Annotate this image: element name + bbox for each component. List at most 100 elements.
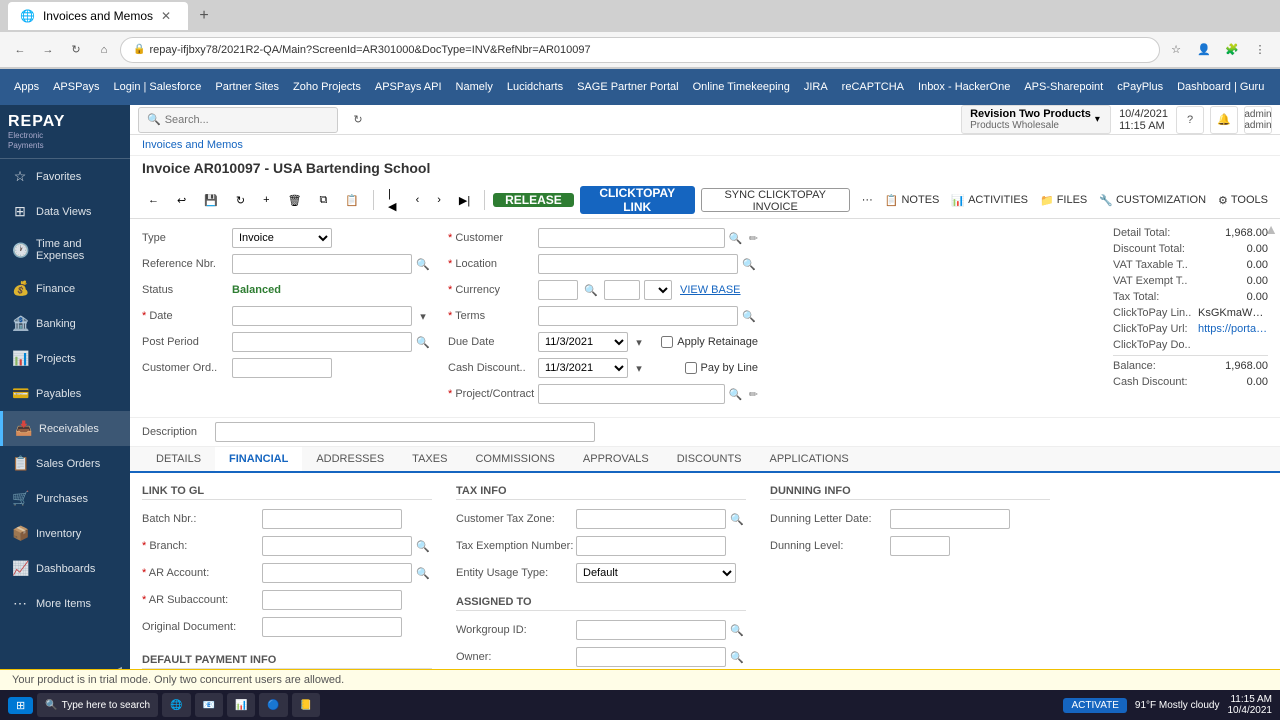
due-date-picker-btn[interactable]: ▾: [630, 333, 648, 351]
tab-addresses[interactable]: ADDRESSES: [302, 447, 398, 473]
terms-input[interactable]: 30D - 30 Days: [538, 306, 738, 326]
description-input[interactable]: [215, 422, 595, 442]
notes-btn[interactable]: 📋 NOTES: [885, 194, 940, 207]
sidebar-item-receivables[interactable]: 📥 Receivables: [0, 411, 130, 446]
tab-commissions[interactable]: COMMISSIONS: [461, 447, 568, 473]
forward-btn[interactable]: →: [36, 38, 60, 62]
tax-exemption-input[interactable]: [576, 536, 726, 556]
back-nav-btn[interactable]: ←: [142, 188, 165, 212]
sidebar-item-time-expenses[interactable]: 🕐 Time and Expenses: [0, 229, 130, 271]
start-btn[interactable]: ⊞: [8, 697, 33, 714]
branch-search-btn[interactable]: 🔍: [414, 537, 432, 555]
post-period-input[interactable]: 10-2021: [232, 332, 412, 352]
add-btn[interactable]: +: [257, 188, 275, 212]
toolbar-sage[interactable]: SAGE Partner Portal: [571, 79, 685, 95]
active-tab[interactable]: 🌐 Invoices and Memos ✕: [8, 2, 188, 30]
sidebar-item-more[interactable]: ⋯ More Items: [0, 586, 130, 621]
customer-tax-zone-input[interactable]: [576, 509, 726, 529]
toolbar-apspays-api[interactable]: APSPays API: [369, 79, 448, 95]
sidebar-item-finance[interactable]: 💰 Finance: [0, 271, 130, 306]
tab-details[interactable]: DETAILS: [142, 447, 215, 473]
cash-discount-date-select[interactable]: 11/3/2021: [538, 358, 628, 378]
batch-nbr-input[interactable]: [262, 509, 402, 529]
post-period-search-btn[interactable]: 🔍: [414, 333, 432, 351]
dunning-level-input[interactable]: 0: [890, 536, 950, 556]
customer-search-btn[interactable]: 🔍: [727, 229, 745, 247]
branch-input[interactable]: PRODWHOLE - Products Wh..: [262, 536, 412, 556]
workgroup-search-btn[interactable]: 🔍: [728, 621, 746, 639]
extensions-btn[interactable]: 🧩: [1220, 38, 1244, 62]
pay-by-line-checkbox[interactable]: [685, 362, 697, 374]
menu-btn[interactable]: ⋮: [1248, 38, 1272, 62]
address-bar[interactable]: 🔒 repay-ifjbxy78/2021R2-QA/Main?ScreenId…: [120, 37, 1160, 63]
currency-input[interactable]: USD: [538, 280, 578, 300]
copy-btn[interactable]: ⧉: [314, 188, 334, 212]
entity-usage-select[interactable]: Default: [576, 563, 736, 583]
currency-rate-input[interactable]: 1.00: [604, 280, 640, 300]
tab-close-btn[interactable]: ✕: [161, 9, 171, 23]
ar-account-input[interactable]: 11000 - Accounts Receivable: [262, 563, 412, 583]
sidebar-item-banking[interactable]: 🏦 Banking: [0, 306, 130, 341]
view-base-link[interactable]: VIEW BASE: [680, 284, 741, 296]
cash-discount-date-picker-btn[interactable]: ▾: [630, 359, 648, 377]
search-box[interactable]: 🔍: [138, 107, 338, 133]
toolbar-inbox[interactable]: Inbox - HackerOne: [912, 79, 1016, 95]
sidebar-item-sales-orders[interactable]: 📋 Sales Orders: [0, 446, 130, 481]
toolbar-lucidcharts[interactable]: Lucidcharts: [501, 79, 569, 95]
owner-search-btn[interactable]: 🔍: [728, 648, 746, 666]
activate-btn[interactable]: ACTIVATE: [1063, 698, 1126, 713]
tab-applications[interactable]: APPLICATIONS: [756, 447, 863, 473]
toolbar-zoho[interactable]: Zoho Projects: [287, 79, 367, 95]
taskbar-browser[interactable]: 🌐: [162, 693, 190, 717]
sidebar-item-inventory[interactable]: 📦 Inventory: [0, 516, 130, 551]
taskbar-search[interactable]: 🔍 Type here to search: [37, 693, 158, 717]
due-date-select[interactable]: 11/3/2021: [538, 332, 628, 352]
next-btn[interactable]: ›: [431, 188, 447, 212]
first-btn[interactable]: |◀: [382, 188, 404, 212]
toolbar-aps-sharepoint[interactable]: APS-Sharepoint: [1018, 79, 1109, 95]
search-input[interactable]: [165, 114, 315, 126]
undo-nav-btn[interactable]: ↩: [171, 188, 192, 212]
workgroup-input[interactable]: [576, 620, 726, 640]
project-input[interactable]: X - Non-Project Code: [538, 384, 725, 404]
last-btn[interactable]: ▶|: [453, 188, 476, 212]
tab-approvals[interactable]: APPROVALS: [569, 447, 663, 473]
toolbar-jira[interactable]: JIRA: [798, 79, 834, 95]
sidebar-item-data-views[interactable]: ⊞ Data Views: [0, 194, 130, 229]
ar-account-search-btn[interactable]: 🔍: [414, 564, 432, 582]
scroll-up-btn[interactable]: ▲: [1264, 221, 1278, 237]
toolbar-timekeeping[interactable]: Online Timekeeping: [687, 79, 796, 95]
project-search-btn[interactable]: 🔍: [727, 385, 745, 403]
tab-taxes[interactable]: TAXES: [398, 447, 461, 473]
sidebar-item-dashboards[interactable]: 📈 Dashboards: [0, 551, 130, 586]
taskbar-chrome[interactable]: 🔵: [259, 693, 287, 717]
customer-edit-btn[interactable]: ✏: [749, 232, 758, 245]
tab-discounts[interactable]: DISCOUNTS: [663, 447, 756, 473]
location-search-btn[interactable]: 🔍: [740, 255, 758, 273]
refnbr-search-btn[interactable]: 🔍: [414, 255, 432, 273]
toolbar-apps[interactable]: Apps: [8, 79, 45, 95]
toolbar-salesforce[interactable]: Login | Salesforce: [108, 79, 208, 95]
toolbar-dashboard[interactable]: Dashboard | Guru: [1171, 79, 1270, 95]
taskbar-onenote[interactable]: 📒: [292, 693, 320, 717]
prev-btn[interactable]: ‹: [410, 188, 426, 212]
revision-dropdown-icon[interactable]: ▾: [1095, 114, 1100, 125]
customization-btn[interactable]: 🔧 CUSTOMIZATION: [1099, 194, 1206, 207]
breadcrumb-parent[interactable]: Invoices and Memos: [142, 139, 243, 151]
dunning-letter-date-input[interactable]: [890, 509, 1010, 529]
home-btn[interactable]: ⌂: [92, 38, 116, 62]
help-btn[interactable]: ?: [1176, 106, 1204, 134]
toolbar-apspays[interactable]: APSPays: [47, 79, 105, 95]
toolbar-cpayplus[interactable]: cPayPlus: [1111, 79, 1169, 95]
tools-btn[interactable]: ⚙ TOOLS: [1218, 194, 1268, 207]
toolbar-recaptcha[interactable]: reCAPTCHA: [836, 79, 910, 95]
sidebar-item-projects[interactable]: 📊 Projects: [0, 341, 130, 376]
terms-search-btn[interactable]: 🔍: [740, 307, 758, 325]
owner-input[interactable]: [576, 647, 726, 667]
taskbar-outlook[interactable]: 📧: [195, 693, 223, 717]
new-tab-btn[interactable]: +: [192, 4, 216, 28]
delete-btn[interactable]: 🗑: [282, 188, 308, 212]
taskbar-excel[interactable]: 📊: [227, 693, 255, 717]
sync-btn[interactable]: SYNC CLICKTOPAY INVOICE: [701, 188, 850, 212]
toolbar-partner-sites[interactable]: Partner Sites: [209, 79, 285, 95]
